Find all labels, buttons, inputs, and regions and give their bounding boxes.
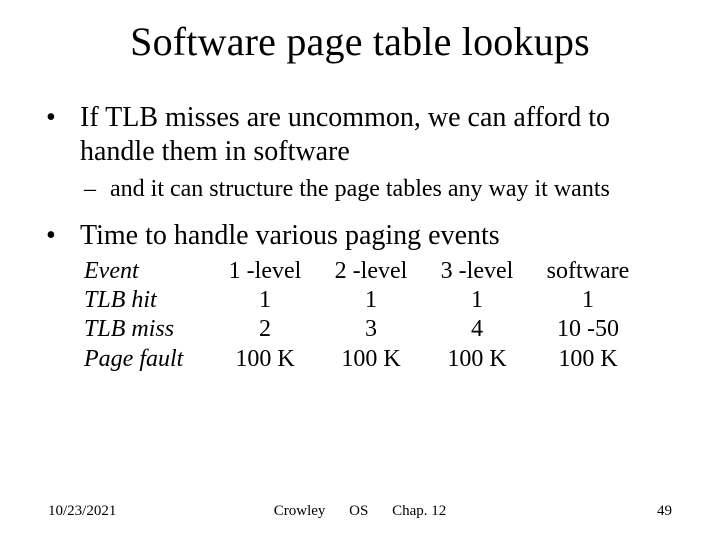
footer-author: Crowley: [274, 503, 326, 519]
cell: 1: [212, 286, 318, 315]
cell: 2: [212, 315, 318, 344]
sub-bullet-item: – and it can structure the page tables a…: [84, 175, 680, 204]
slide-body: • If TLB misses are uncommon, we can aff…: [0, 65, 720, 374]
sub-bullet-text: and it can structure the page tables any…: [110, 175, 680, 204]
footer-course: OS: [349, 503, 368, 519]
slide-footer: 10/23/2021 Crowley OS Chap. 12 49: [0, 503, 720, 520]
cell: 100 K: [318, 345, 424, 374]
cell: 4: [424, 315, 530, 344]
footer-page-number: 49: [657, 503, 672, 520]
slide: Software page table lookups • If TLB mis…: [0, 0, 720, 540]
bullet-text: Time to handle various paging events: [80, 219, 680, 253]
cell: 1: [424, 286, 530, 315]
col-1level-header: 1 -level: [212, 257, 318, 286]
table-row: TLB miss 2 3 4 10 -50: [84, 315, 680, 344]
cell: 1: [530, 286, 646, 315]
bullet-dot-icon: •: [40, 219, 80, 253]
col-2level-header: 2 -level: [318, 257, 424, 286]
footer-chapter: Chap. 12: [392, 503, 446, 519]
dash-icon: –: [84, 175, 110, 204]
slide-title: Software page table lookups: [0, 0, 720, 65]
cell: 10 -50: [530, 315, 646, 344]
row-label: TLB miss: [84, 315, 212, 344]
col-3level-header: 3 -level: [424, 257, 530, 286]
bullet-item: • If TLB misses are uncommon, we can aff…: [40, 101, 680, 169]
table-header-row: Event 1 -level 2 -level 3 -level softwar…: [84, 257, 680, 286]
row-label: TLB hit: [84, 286, 212, 315]
cell: 100 K: [424, 345, 530, 374]
bullet-dot-icon: •: [40, 101, 80, 169]
row-label: Page fault: [84, 345, 212, 374]
col-event-header: Event: [84, 257, 212, 286]
bullet-text: If TLB misses are uncommon, we can affor…: [80, 101, 680, 169]
timing-table: Event 1 -level 2 -level 3 -level softwar…: [84, 257, 680, 374]
cell: 100 K: [530, 345, 646, 374]
footer-date: 10/23/2021: [48, 503, 116, 520]
table-row: TLB hit 1 1 1 1: [84, 286, 680, 315]
bullet-item: • Time to handle various paging events: [40, 219, 680, 253]
cell: 3: [318, 315, 424, 344]
cell: 1: [318, 286, 424, 315]
col-software-header: software: [530, 257, 646, 286]
cell: 100 K: [212, 345, 318, 374]
table-row: Page fault 100 K 100 K 100 K 100 K: [84, 345, 680, 374]
